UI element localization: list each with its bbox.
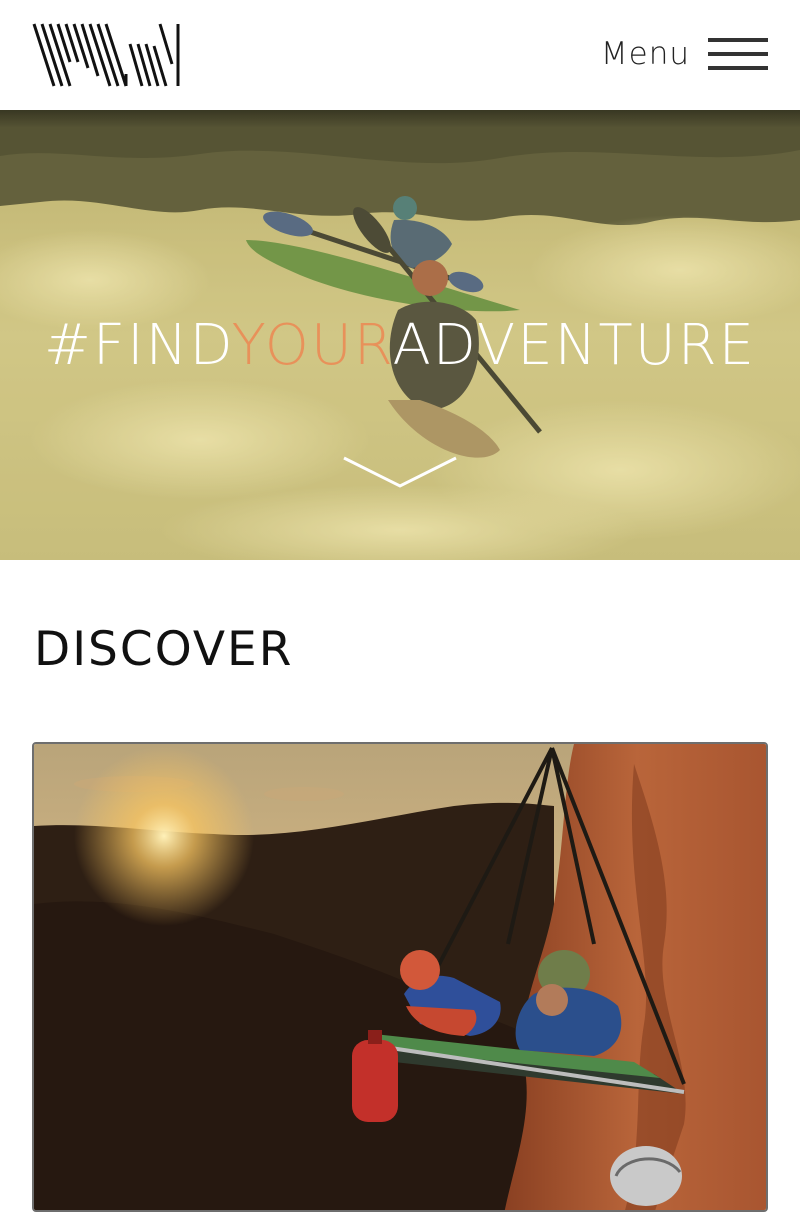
discover-heading: DISCOVER	[34, 622, 294, 677]
hero-title-prefix: #FIND	[44, 313, 232, 378]
site-header: Menu	[0, 0, 800, 110]
chevron-down-icon[interactable]	[340, 454, 460, 490]
hero-banner: #FINDYOURADVENTURE	[0, 110, 800, 560]
discover-card[interactable]	[32, 742, 768, 1212]
hero-top-shadow	[0, 110, 800, 128]
brand-logo[interactable]	[32, 22, 182, 88]
card-image-portaledge	[34, 744, 766, 1210]
hero-title-suffix: ADVENTURE	[392, 313, 756, 378]
menu-label: Menu	[600, 36, 690, 72]
hamburger-icon	[708, 38, 768, 70]
hero-title-accent: YOUR	[231, 313, 393, 378]
hero-title: #FINDYOURADVENTURE	[0, 310, 800, 382]
menu-button[interactable]: Menu	[601, 34, 768, 74]
